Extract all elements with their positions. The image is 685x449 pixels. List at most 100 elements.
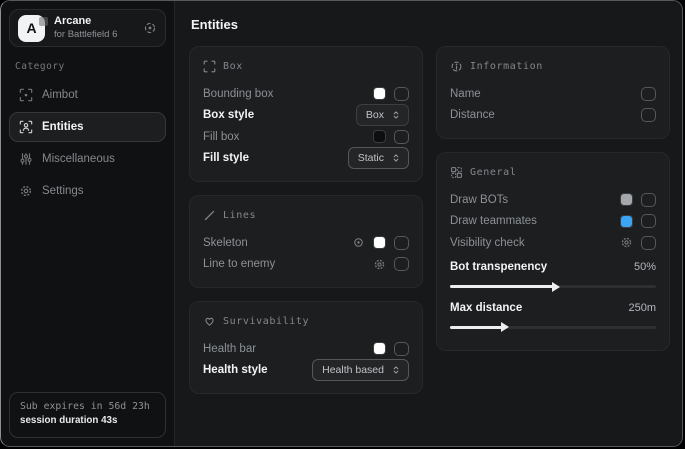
category-label: Category: [15, 61, 160, 72]
health-bar-row: Health bar: [203, 338, 409, 360]
draw-bots-row: Draw BOTs: [450, 189, 656, 211]
skeleton-label: Skeleton: [203, 237, 344, 249]
subscription-card: Sub expires in 56d 23h session duration …: [9, 392, 166, 438]
visibility-icon[interactable]: [352, 236, 365, 249]
box-style-value: Box: [366, 109, 384, 121]
bounding-box-color-swatch[interactable]: [373, 87, 386, 100]
fill-box-row: Fill box: [203, 126, 409, 148]
sidebar-item-label: Entities: [42, 121, 84, 133]
app-logo-letter: A: [26, 20, 36, 36]
box-panel-header: Box: [203, 60, 409, 73]
visibility-check-checkbox[interactable]: [641, 236, 656, 250]
sidebar-item-aimbot[interactable]: Aimbot: [9, 80, 166, 110]
line-to-enemy-label: Line to enemy: [203, 258, 365, 270]
panel-title: General: [470, 167, 516, 178]
draw-bots-color-swatch[interactable]: [620, 193, 633, 206]
sidebar: A Arcane for Battlefield 6 Category Aimb…: [1, 1, 175, 446]
diagonal-line-icon: [203, 209, 216, 222]
fill-box-color-swatch[interactable]: [373, 130, 386, 143]
arcane-window: A Arcane for Battlefield 6 Category Aimb…: [0, 0, 683, 447]
bot-transparency-group: Bot transpenency 50%: [450, 257, 656, 289]
gear-icon[interactable]: [373, 258, 386, 271]
sidebar-item-label: Settings: [42, 185, 84, 197]
information-panel: Information Name Distance: [436, 46, 670, 139]
sidebar-item-label: Miscellaneous: [42, 153, 115, 165]
draw-teammates-label: Draw teammates: [450, 215, 612, 227]
fill-box-checkbox[interactable]: [394, 130, 409, 144]
information-panel-header: Information: [450, 60, 656, 73]
max-distance-value: 250m: [628, 302, 656, 314]
name-row: Name: [450, 83, 656, 105]
fill-box-label: Fill box: [203, 131, 365, 143]
info-icon: [450, 60, 463, 73]
fill-style-value: Static: [358, 152, 384, 164]
line-to-enemy-checkbox[interactable]: [394, 257, 409, 271]
health-style-label: Health style: [203, 364, 304, 376]
gear-icon: [19, 184, 33, 198]
skeleton-color-swatch[interactable]: [373, 236, 386, 249]
draw-teammates-color-swatch[interactable]: [620, 215, 633, 228]
panel-title: Information: [470, 61, 543, 72]
app-name: Arcane: [54, 15, 134, 29]
survivability-panel: Survivability Health bar Health style He…: [189, 301, 423, 394]
sidebar-item-miscellaneous[interactable]: Miscellaneous: [9, 144, 166, 174]
updown-icon: [391, 153, 401, 163]
bot-transparency-slider[interactable]: [450, 285, 656, 288]
visibility-check-row: Visibility check: [450, 232, 656, 254]
skeleton-checkbox[interactable]: [394, 236, 409, 250]
fill-style-label: Fill style: [203, 152, 340, 164]
box-panel: Box Bounding box Box style Box: [189, 46, 423, 182]
bot-transparency-slider-fill: [450, 285, 553, 288]
box-style-row: Box style Box: [203, 105, 409, 127]
box-style-label: Box style: [203, 109, 348, 121]
health-style-value: Health based: [322, 364, 384, 376]
right-column: Information Name Distance Gener: [436, 46, 670, 351]
max-distance-label: Max distance: [450, 302, 620, 314]
max-distance-group: Max distance 250m: [450, 297, 656, 329]
max-distance-slider[interactable]: [450, 326, 656, 329]
health-style-row: Health style Health based: [203, 360, 409, 382]
distance-row: Distance: [450, 105, 656, 127]
draw-teammates-row: Draw teammates: [450, 211, 656, 233]
box-corners-icon: [203, 60, 216, 73]
health-bar-checkbox[interactable]: [394, 342, 409, 356]
app-logo: A: [18, 15, 45, 42]
health-bar-color-swatch[interactable]: [373, 342, 386, 355]
sliders-icon: [19, 152, 33, 166]
crosshair-icon: [19, 88, 33, 102]
sidebar-item-label: Aimbot: [42, 89, 78, 101]
box-style-dropdown[interactable]: Box: [356, 104, 409, 126]
health-bar-label: Health bar: [203, 343, 365, 355]
app-card: A Arcane for Battlefield 6: [9, 9, 166, 47]
updown-icon: [391, 110, 401, 120]
app-subtitle: for Battlefield 6: [54, 29, 134, 41]
draw-teammates-checkbox[interactable]: [641, 214, 656, 228]
fill-style-dropdown[interactable]: Static: [348, 147, 409, 169]
visibility-check-label: Visibility check: [450, 237, 612, 249]
left-column: Box Bounding box Box style Box: [189, 46, 423, 394]
skeleton-row: Skeleton: [203, 232, 409, 254]
health-style-dropdown[interactable]: Health based: [312, 359, 409, 381]
app-meta: Arcane for Battlefield 6: [54, 15, 134, 41]
sidebar-nav: Aimbot Entities Miscellaneous Settings: [9, 80, 166, 206]
gear-icon[interactable]: [620, 236, 633, 249]
sidebar-item-settings[interactable]: Settings: [9, 176, 166, 206]
distance-label: Distance: [450, 109, 633, 121]
distance-checkbox[interactable]: [641, 108, 656, 122]
session-duration-text: session duration 43s: [20, 414, 155, 429]
updown-icon: [391, 365, 401, 375]
sidebar-item-entities[interactable]: Entities: [9, 112, 166, 142]
draw-bots-checkbox[interactable]: [641, 193, 656, 207]
name-checkbox[interactable]: [641, 87, 656, 101]
page-title: Entities: [191, 17, 670, 32]
panel-title: Box: [223, 61, 243, 72]
bot-transparency-label: Bot transpenency: [450, 261, 626, 273]
panel-title: Lines: [223, 210, 256, 221]
grid-icon: [450, 166, 463, 179]
lines-panel: Lines Skeleton Line to enemy: [189, 195, 423, 288]
fill-style-row: Fill style Static: [203, 148, 409, 170]
bot-transparency-row: Bot transpenency 50%: [450, 257, 656, 279]
target-icon[interactable]: [143, 21, 157, 35]
bounding-box-label: Bounding box: [203, 88, 365, 100]
bounding-box-checkbox[interactable]: [394, 87, 409, 101]
